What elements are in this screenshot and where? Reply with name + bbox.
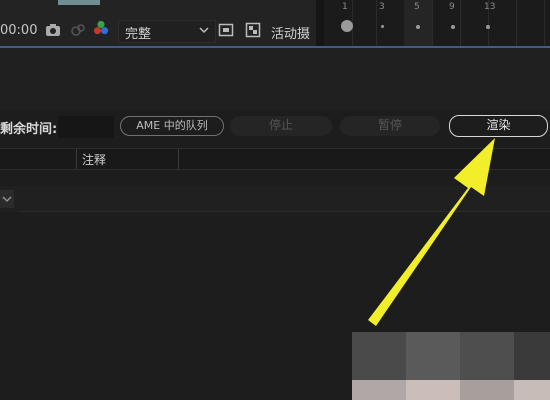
- comment-column-header[interactable]: 注释: [82, 151, 106, 168]
- chevron-down-icon: [2, 196, 12, 202]
- pause-button[interactable]: 暂停: [340, 116, 440, 136]
- composition-thumbnail: [58, 0, 100, 5]
- keyframe-marker[interactable]: [381, 25, 384, 28]
- keyframe-marker[interactable]: [341, 20, 353, 32]
- queue-in-ame-button[interactable]: AME 中的队列: [120, 116, 224, 136]
- ruler-tick: 13: [484, 2, 496, 12]
- timecode-display[interactable]: 00:00: [0, 23, 37, 38]
- column-divider[interactable]: [178, 149, 179, 169]
- panel-divider[interactable]: [316, 0, 324, 47]
- stop-button[interactable]: 停止: [230, 116, 332, 136]
- row-divider: [20, 211, 550, 212]
- queue-table-header: 注释: [0, 148, 550, 170]
- resolution-value: 完整: [125, 27, 152, 42]
- render-button[interactable]: 渲染: [449, 115, 548, 137]
- channel-color-icon[interactable]: [93, 20, 109, 36]
- region-of-interest-icon[interactable]: [218, 22, 234, 38]
- remaining-time-label: 剩余时间:: [0, 122, 58, 137]
- keyframe-marker[interactable]: [451, 25, 455, 29]
- queue-item-row[interactable]: [0, 186, 550, 212]
- camera-icon[interactable]: [45, 22, 61, 38]
- keyframe-marker[interactable]: [416, 25, 420, 29]
- keyframe-marker[interactable]: [486, 25, 490, 29]
- render-queue-panel: [0, 48, 550, 110]
- transparency-grid-icon[interactable]: [245, 22, 261, 38]
- ruler-tick: 5: [414, 2, 420, 12]
- chevron-down-icon: [199, 27, 209, 34]
- ruler-tick: 9: [449, 2, 455, 12]
- show-snapshot-icon[interactable]: [70, 22, 86, 38]
- active-camera-label[interactable]: 活动摄: [271, 23, 310, 42]
- ruler-tick: 3: [379, 2, 385, 12]
- expand-toggle[interactable]: [0, 190, 14, 208]
- resolution-select[interactable]: 完整: [118, 20, 216, 43]
- timeline-ruler: 1 3 5 9 13: [324, 0, 550, 47]
- ruler-tick: 1: [342, 2, 348, 12]
- column-divider[interactable]: [76, 149, 77, 169]
- remaining-time-value: [58, 116, 114, 138]
- viewer-toolbar: 00:00 完整 活动摄: [0, 0, 322, 47]
